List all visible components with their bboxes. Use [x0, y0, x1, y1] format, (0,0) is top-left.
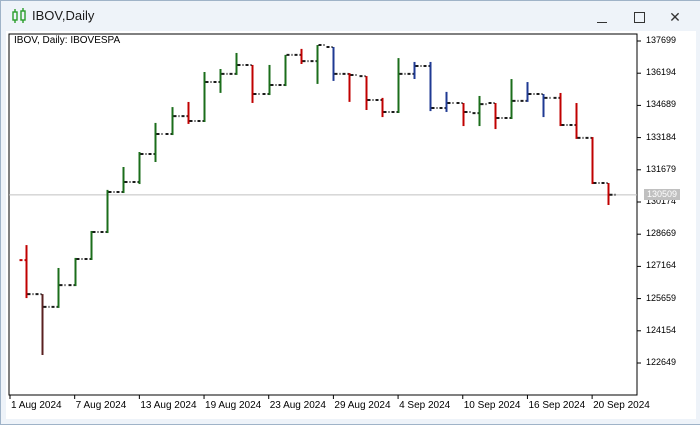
y-tick-label: 122649	[646, 356, 677, 367]
x-tick-label: 10 Sep 2024	[463, 400, 521, 411]
ohlc-chart[interactable]	[0, 0, 700, 424]
y-tick-label: 124154	[646, 324, 677, 335]
y-tick-label: 133184	[646, 131, 677, 142]
y-tick-label: 127164	[646, 260, 677, 271]
y-tick-label: 137699	[646, 35, 677, 45]
y-tick-label: 128669	[646, 228, 677, 239]
x-tick-label: 1 Aug 2024	[11, 400, 62, 411]
x-tick-label: 20 Sep 2024	[593, 400, 650, 411]
x-tick-label: 7 Aug 2024	[75, 400, 127, 411]
x-tick-label: 19 Aug 2024	[205, 400, 262, 411]
y-tick-label: 125659	[646, 292, 677, 303]
x-tick-label: 23 Aug 2024	[269, 400, 326, 411]
x-tick-label: 29 Aug 2024	[334, 400, 391, 411]
y-tick-label: 136194	[646, 67, 677, 78]
x-tick-label: 4 Sep 2024	[399, 400, 451, 411]
chart-title: IBOV, Daily: IBOVESPA	[14, 35, 121, 46]
x-tick-label: 16 Sep 2024	[528, 400, 586, 411]
y-tick-label: 134689	[646, 99, 677, 110]
current-price-label: 130509	[644, 189, 680, 200]
y-tick-label: 131679	[646, 163, 677, 174]
plot-frame	[8, 33, 638, 396]
x-tick-label: 13 Aug 2024	[140, 400, 197, 411]
